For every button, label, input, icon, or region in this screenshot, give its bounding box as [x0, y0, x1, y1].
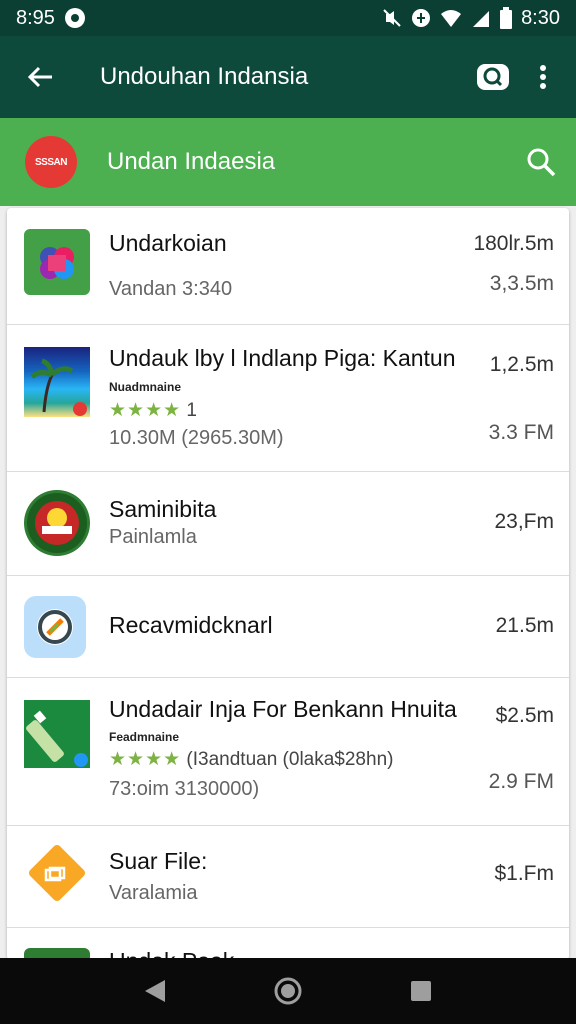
back-button[interactable] — [0, 63, 80, 91]
brand-logo: SSSAN — [25, 136, 77, 188]
list-item[interactable]: Recavmidcknarl 21.5m — [7, 576, 569, 678]
usb-icon — [24, 700, 90, 768]
item-size: 21.5m — [495, 614, 554, 637]
puzzle-icon — [24, 229, 90, 295]
data-saver-icon — [412, 9, 431, 27]
navigation-bar — [0, 958, 576, 1024]
list-item[interactable]: Saminibita Painlamla 23,Fm — [7, 472, 569, 576]
item-size-secondary: 3.3 FM — [488, 421, 554, 444]
status-time-left: 8:95 — [16, 6, 55, 29]
item-publisher: Nuadmnaine — [109, 380, 182, 394]
item-size-secondary: 2.9 FM — [488, 770, 554, 793]
list-item[interactable]: Suar File: Varalamia $1.Fm — [7, 826, 569, 928]
list-item[interactable]: Undak Paak — [7, 928, 569, 960]
item-subtitle: 73:oim 3130000) — [109, 778, 260, 800]
notification-icon — [64, 8, 85, 28]
status-time-right: 8:30 — [521, 6, 560, 29]
item-publisher: Feadmnaine — [109, 730, 180, 744]
list-item[interactable]: Undadair Inja For Benkann Hnuita Feadmna… — [7, 678, 569, 826]
item-name: Undarkoian — [109, 230, 227, 256]
badge-icon — [24, 490, 90, 556]
nav-recents-icon[interactable] — [409, 979, 433, 1003]
item-name: Recavmidcknarl — [109, 612, 273, 638]
item-subtitle: Painlamla — [109, 526, 197, 548]
item-rating: ★★★★ (I3andtuan (0laka$28hn) — [109, 748, 393, 771]
more-vert-icon — [540, 65, 546, 89]
rating-stars-icon: ★★★★ — [109, 400, 182, 421]
magnifier-icon — [527, 148, 556, 177]
file-icon — [24, 840, 90, 906]
download-list: Undarkoian Vandan 3:340 180lr.5m 3,3.5m … — [7, 208, 569, 960]
item-size: 180lr.5m — [473, 232, 554, 255]
app-screen: 8:95 8:30 Undouhan Indansia SSSAN Undan … — [0, 0, 576, 1024]
search-button[interactable] — [468, 62, 518, 92]
item-size: 23,Fm — [494, 510, 554, 533]
rating-stars-icon: ★★★★ — [109, 749, 182, 770]
list-item[interactable]: Undarkoian Vandan 3:340 180lr.5m 3,3.5m — [7, 208, 569, 325]
search-submit-button[interactable] — [506, 146, 576, 178]
search-icon — [477, 64, 509, 90]
back-arrow-icon — [27, 66, 52, 88]
list-item[interactable]: Undauk lby l Indlanp Piga: Kantun Nuadmn… — [7, 325, 569, 472]
item-subtitle: 10.30M (2965.30M) — [109, 427, 284, 449]
status-bar: 8:95 8:30 — [0, 0, 576, 36]
item-subtitle: Vandan 3:340 — [109, 278, 233, 300]
item-subtitle: Varalamia — [109, 882, 198, 904]
nav-home-icon[interactable] — [273, 976, 303, 1006]
more-options-button[interactable] — [518, 64, 568, 90]
mute-icon — [383, 9, 401, 27]
app-bar: Undouhan Indansia — [0, 36, 576, 118]
item-rating: ★★★★ 1 — [109, 399, 197, 422]
app-bar-title: Undouhan Indansia — [100, 63, 309, 90]
wifi-icon — [441, 10, 462, 27]
item-size-secondary: 3,3.5m — [489, 272, 554, 295]
item-name: Undauk lby l Indlanp Piga: Kantun — [109, 345, 456, 371]
search-query-text[interactable]: Undan Indaesia — [107, 148, 506, 176]
signal-icon — [473, 11, 490, 27]
item-name: Suar File: — [109, 848, 208, 874]
rating-value: (I3andtuan (0laka$28hn) — [186, 749, 394, 770]
beach-icon — [24, 347, 90, 417]
sync-icon — [24, 596, 86, 658]
item-name: Saminibita — [109, 496, 217, 522]
item-size: $2.5m — [495, 704, 554, 727]
item-name: Undadair Inja For Benkann Hnuita — [109, 696, 457, 722]
rating-value: 1 — [186, 400, 197, 421]
battery-icon — [500, 7, 513, 29]
item-size: 1,2.5m — [489, 353, 554, 376]
item-size: $1.Fm — [494, 862, 554, 885]
nav-back-icon[interactable] — [143, 978, 167, 1004]
search-bar[interactable]: SSSAN Undan Indaesia — [0, 118, 576, 206]
